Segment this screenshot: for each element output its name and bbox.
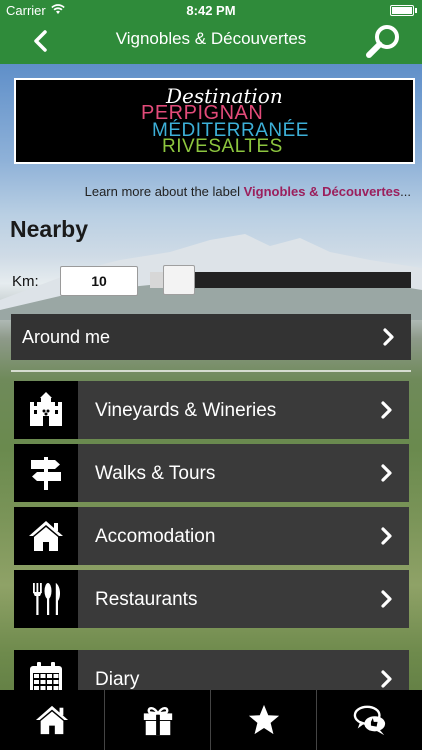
km-label: Km: — [12, 273, 39, 290]
gift-icon — [143, 707, 173, 736]
chevron-right-icon — [381, 401, 392, 419]
menu-label: Diary — [95, 669, 140, 690]
menu-item-accomodation[interactable]: Accomodation — [14, 507, 409, 565]
logo-line-rivesaltes: RIVESALTES — [162, 136, 283, 157]
tab-home[interactable] — [0, 690, 105, 750]
learn-more-link[interactable]: Learn more about the label Vignobles & D… — [85, 184, 411, 199]
search-icon[interactable] — [364, 22, 404, 62]
home-icon — [35, 705, 69, 735]
around-me-label: Around me — [22, 327, 111, 347]
cutlery-icon — [33, 583, 61, 615]
divider — [11, 370, 411, 372]
destination-banner[interactable]: Destination PERPIGNAN MÉDITERRANÉE RIVES… — [14, 78, 415, 164]
tab-chat[interactable] — [318, 690, 422, 750]
learn-more-suffix: ... — [400, 184, 411, 199]
castle-icon — [30, 392, 62, 426]
chevron-right-icon — [381, 527, 392, 545]
menu-label: Walks & Tours — [95, 463, 216, 484]
menu-label: Restaurants — [95, 589, 198, 610]
menu-icon-box — [14, 570, 78, 628]
chevron-right-icon — [381, 464, 392, 482]
menu-item-walks[interactable]: Walks & Tours — [14, 444, 409, 502]
slider-thumb[interactable] — [163, 265, 196, 295]
menu-icon-box — [14, 381, 78, 439]
menu-label: Accomodation — [95, 526, 216, 547]
menu-item-vineyards[interactable]: Vineyards & Wineries — [14, 381, 409, 439]
chat-icon — [353, 705, 386, 736]
page-title: Vignobles & Découvertes — [115, 29, 307, 48]
tab-bar — [0, 690, 422, 750]
tab-gift[interactable] — [106, 690, 211, 750]
learn-more-prefix: Learn more about the label — [84, 184, 244, 199]
around-me-button[interactable]: Around me — [11, 314, 411, 360]
signpost-icon — [31, 457, 61, 490]
menu-icon-box — [14, 444, 78, 502]
chevron-right-icon — [381, 590, 392, 608]
destination-logo: Destination PERPIGNAN MÉDITERRANÉE RIVES… — [16, 80, 413, 162]
battery-icon — [390, 5, 414, 16]
nav-bar: Vignobles & Découvertes — [0, 22, 422, 64]
menu-item-restaurants[interactable]: Restaurants — [14, 570, 409, 628]
label-name: Vignobles & Découvertes — [243, 184, 401, 199]
clock: 8:42 PM — [186, 3, 236, 18]
chevron-right-icon — [383, 328, 394, 346]
km-input[interactable] — [60, 266, 138, 296]
menu-icon-box — [14, 507, 78, 565]
chevron-right-icon — [381, 670, 392, 688]
nearby-heading: Nearby — [10, 216, 88, 242]
battery-tip — [415, 8, 417, 13]
menu-label: Vineyards & Wineries — [95, 400, 277, 421]
star-icon — [248, 704, 280, 735]
tab-favorites[interactable] — [212, 690, 317, 750]
house-icon — [29, 521, 63, 551]
status-bar: Carrier 8:42 PM — [0, 0, 422, 22]
